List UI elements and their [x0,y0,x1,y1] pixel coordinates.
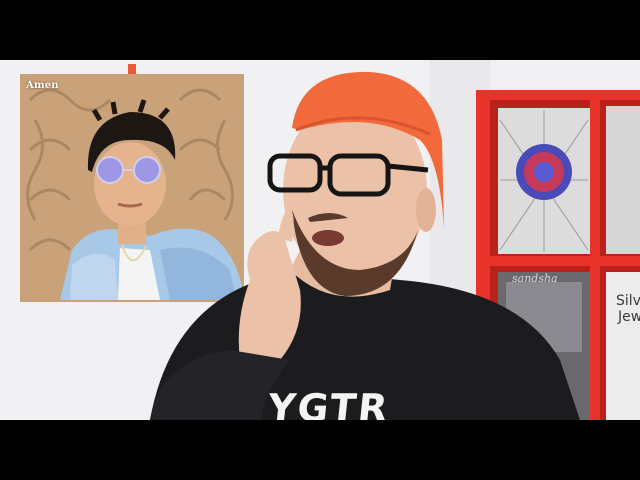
record-label-1: Silv [616,293,640,309]
video-frame: Amen YGTR Silv Jew sandsha [0,0,640,480]
record-cover-top [498,108,590,254]
poster-title: Amen [26,80,59,91]
album-poster [20,64,244,302]
record-label-2: Jew [618,309,640,325]
shirt-print: YGTR [265,386,392,420]
record-cover-right-top [606,106,640,254]
scene-illustration [0,60,640,420]
record-label-3: sandsha [512,272,558,285]
photo-scene: Amen YGTR Silv Jew sandsha [0,60,640,420]
